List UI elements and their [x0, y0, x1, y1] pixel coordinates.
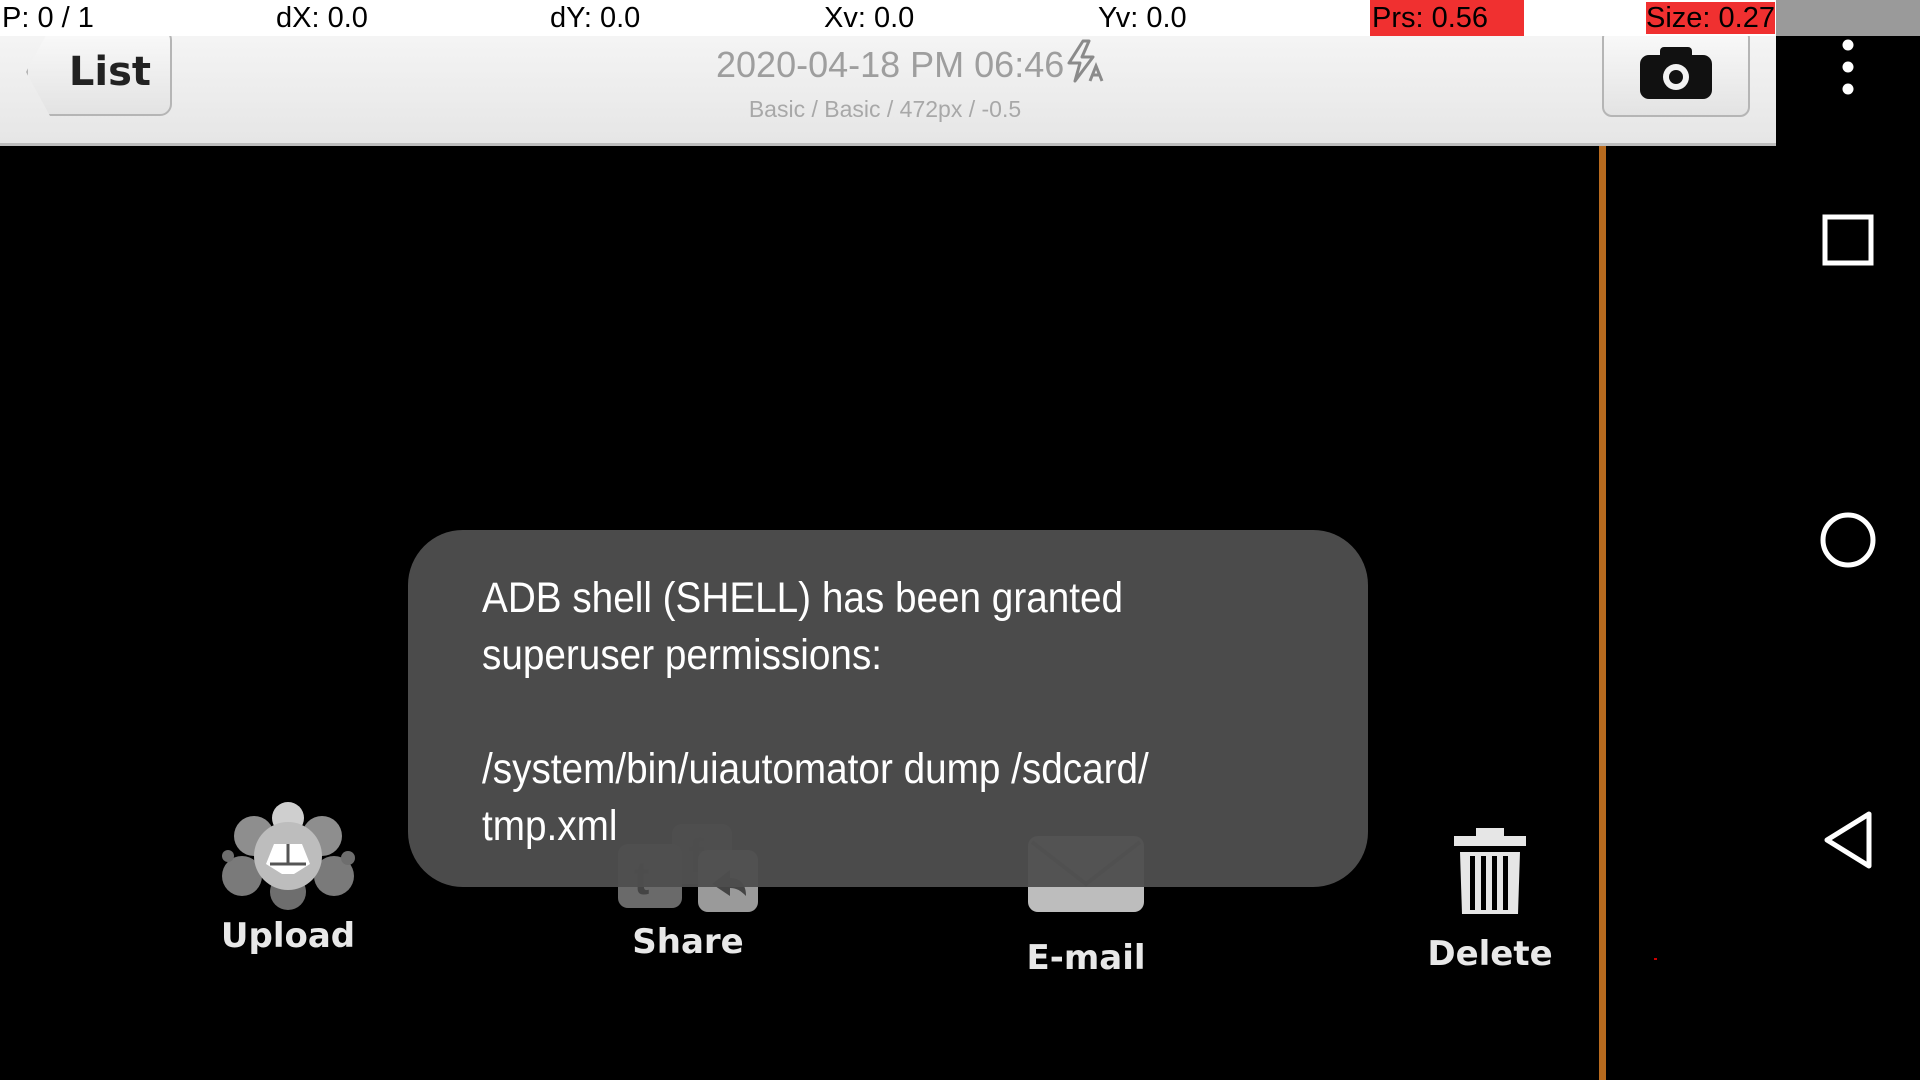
- upload-button[interactable]: Upload: [214, 798, 362, 956]
- debug-dx: dX: 0.0: [276, 2, 368, 34]
- list-back-label: List: [68, 49, 152, 95]
- share-label: Share: [632, 922, 744, 962]
- flash-auto-icon: [1067, 39, 1104, 83]
- more-vert-icon: [1842, 39, 1854, 95]
- recents-button[interactable]: [1818, 210, 1878, 270]
- pointer-location-overlay: P: 0 / 1 dX: 0.0 dY: 0.0 Xv: 0.0 Yv: 0.0…: [0, 0, 1776, 36]
- superuser-toast: ADB shell (SHELL) has been granted super…: [408, 530, 1368, 887]
- back-icon: [1824, 811, 1872, 869]
- debug-yv: Yv: 0.0: [1098, 2, 1187, 34]
- home-icon: [1820, 512, 1876, 568]
- email-label: E-mail: [1026, 938, 1146, 978]
- photo-settings-summary: Basic / Basic / 472px / -0.5: [748, 96, 1022, 122]
- back-button[interactable]: [1818, 810, 1878, 870]
- home-button[interactable]: [1818, 510, 1878, 570]
- upload-icon: [222, 802, 355, 910]
- pointer-trace-dot: [1654, 958, 1657, 960]
- debug-size: Size: 0.27: [1646, 2, 1775, 34]
- recents-icon: [1822, 214, 1874, 266]
- delete-label: Delete: [1427, 934, 1553, 974]
- camera-button[interactable]: [1602, 28, 1750, 117]
- debug-xv: Xv: 0.0: [824, 2, 915, 34]
- camera-icon: [1640, 46, 1712, 99]
- trash-icon: [1454, 828, 1526, 914]
- toast-message: ADB shell (SHELL) has been granted super…: [482, 574, 1149, 850]
- upload-label: Upload: [220, 916, 356, 956]
- photo-timestamp: 2020-04-18 PM 06:46: [716, 44, 1065, 85]
- debug-dy: dY: 0.0: [550, 2, 641, 34]
- debug-pressure: Prs: 0.56: [1370, 0, 1524, 36]
- system-nav-bar: [1776, 36, 1920, 1080]
- pointer-trace-line: [1599, 146, 1606, 1080]
- debug-pointer-count: P: 0 / 1: [2, 2, 94, 34]
- debug-bar-end: [1776, 0, 1920, 36]
- overflow-menu-button[interactable]: [1818, 37, 1878, 97]
- delete-button[interactable]: Delete: [1416, 826, 1564, 974]
